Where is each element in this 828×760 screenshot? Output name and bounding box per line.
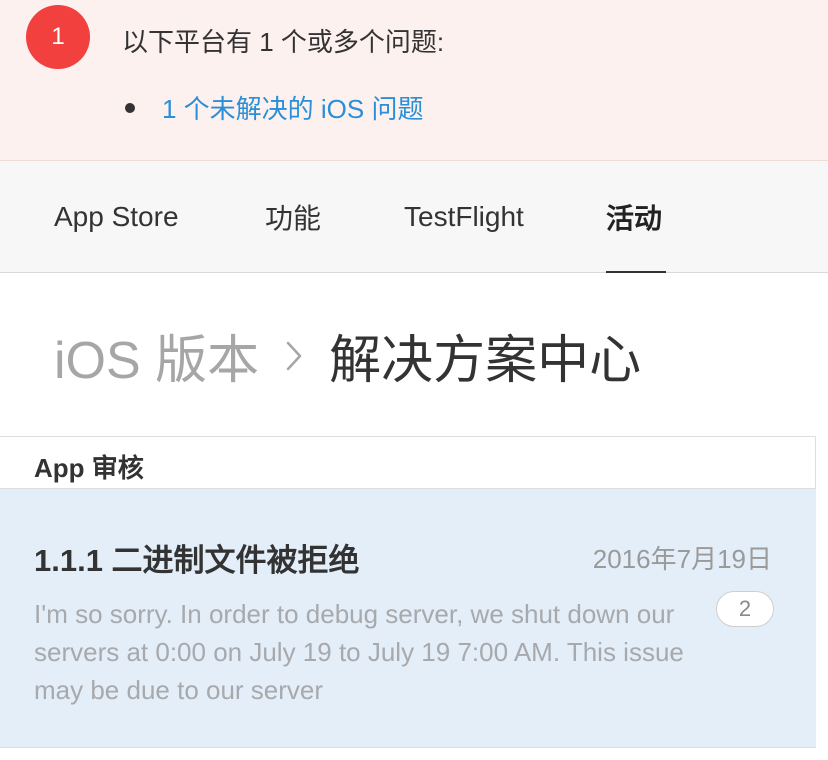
tab-app-store[interactable]: App Store xyxy=(54,161,179,273)
chevron-right-icon xyxy=(285,340,303,372)
reply-count-badge: 2 xyxy=(716,591,774,627)
issues-alert-banner: 1 以下平台有 1 个或多个问题: 1 个未解决的 iOS 问题 xyxy=(0,0,828,161)
page-title: 解决方案中心 xyxy=(329,332,642,390)
tab-features[interactable]: 功能 xyxy=(265,161,321,273)
app-tab-bar: App Store 功能 TestFlight 活动 xyxy=(0,161,828,273)
issue-count-badge: 1 xyxy=(26,5,90,69)
tab-testflight[interactable]: TestFlight xyxy=(404,161,524,273)
alert-title: 以下平台有 1 个或多个问题: xyxy=(122,27,445,57)
message-row[interactable]: 1.1.1 二进制文件被拒绝 2016年7月19日 I'm so sorry. … xyxy=(0,489,816,748)
section-title: App 审核 xyxy=(34,453,144,483)
alert-issue-list: 1 个未解决的 iOS 问题 xyxy=(125,89,423,126)
section-header: App 审核 xyxy=(0,436,816,489)
active-tab-indicator xyxy=(606,271,666,273)
ios-issue-link[interactable]: 1 个未解决的 iOS 问题 xyxy=(162,89,423,126)
tab-activity[interactable]: 活动 xyxy=(606,161,662,273)
scrollbar-track xyxy=(816,436,828,760)
message-preview: I'm so sorry. In order to debug server, … xyxy=(34,599,684,705)
bullet-icon xyxy=(125,102,135,113)
breadcrumb-parent-link[interactable]: iOS 版本 xyxy=(54,318,259,393)
message-date: 2016年7月19日 xyxy=(592,544,772,574)
breadcrumb: iOS 版本 解决方案中心 xyxy=(54,318,641,393)
message-title: 1.1.1 二进制文件被拒绝 xyxy=(34,543,360,578)
